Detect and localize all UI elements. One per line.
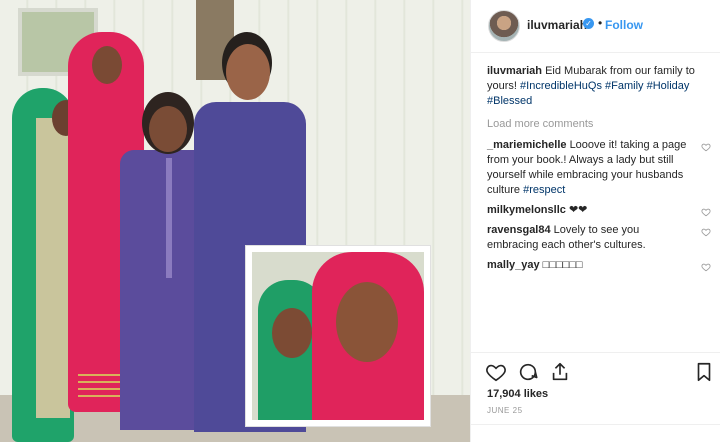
comment-bubble-icon[interactable] — [517, 361, 539, 383]
likes-count[interactable]: 17,904 likes — [487, 388, 548, 400]
share-upload-icon[interactable] — [549, 361, 571, 383]
comment-item: _mariemichelle Looove it! taking a page … — [487, 138, 713, 198]
inset-selfie-photo — [246, 246, 430, 426]
post-side-panel: iluvmariah ✓ • Follow iluvmariah Eid Mub… — [470, 0, 720, 442]
comment-text: □□□□□□ — [542, 259, 583, 271]
hashtag-link[interactable]: #IncredibleHuQs — [520, 80, 602, 92]
hashtag-link[interactable]: #Holiday — [647, 80, 690, 92]
comments-section: iluvmariah Eid Mubarak from our family t… — [487, 64, 713, 278]
inset-selfie-image — [252, 252, 424, 420]
add-comment-area[interactable] — [471, 424, 720, 443]
heart-icon[interactable] — [701, 227, 711, 237]
hashtag-link[interactable]: #Family — [605, 80, 644, 92]
hashtag-link[interactable]: #Blessed — [487, 95, 532, 107]
hashtag-link[interactable]: #respect — [523, 184, 565, 196]
like-heart-icon[interactable] — [485, 361, 507, 383]
avatar[interactable] — [488, 10, 520, 42]
post-date: JUNE 25 — [487, 406, 523, 415]
post-caption: iluvmariah Eid Mubarak from our family t… — [487, 64, 713, 109]
heart-icon[interactable] — [701, 142, 711, 152]
comment-item: ravensgal84 Lovely to see you embracing … — [487, 223, 713, 253]
load-more-comments-link[interactable]: Load more comments — [487, 117, 713, 132]
comment-item: milkymelonsllc ❤❤ — [487, 203, 713, 218]
post-actions-bar — [471, 352, 720, 389]
bookmark-icon[interactable] — [693, 361, 715, 383]
follow-button[interactable]: Follow — [605, 18, 643, 32]
post-username[interactable]: iluvmariah — [527, 18, 587, 32]
caption-username[interactable]: iluvmariah — [487, 65, 542, 77]
post-container: iluvmariah ✓ • Follow iluvmariah Eid Mub… — [0, 0, 720, 442]
header-separator: • — [598, 16, 603, 30]
verified-badge-icon: ✓ — [583, 18, 594, 29]
comment-username[interactable]: _mariemichelle — [487, 139, 567, 151]
comment-username[interactable]: ravensgal84 — [487, 224, 551, 236]
post-header: iluvmariah ✓ • Follow — [471, 0, 720, 53]
comment-username[interactable]: mally_yay — [487, 259, 540, 271]
comment-text: ❤❤ — [568, 204, 588, 216]
person-girl-green — [8, 88, 80, 442]
heart-icon[interactable] — [701, 207, 711, 217]
heart-icon[interactable] — [701, 262, 711, 272]
comment-item: mally_yay □□□□□□ — [487, 258, 713, 273]
comment-username[interactable]: milkymelonsllc — [487, 204, 566, 216]
post-photo[interactable] — [0, 0, 470, 442]
